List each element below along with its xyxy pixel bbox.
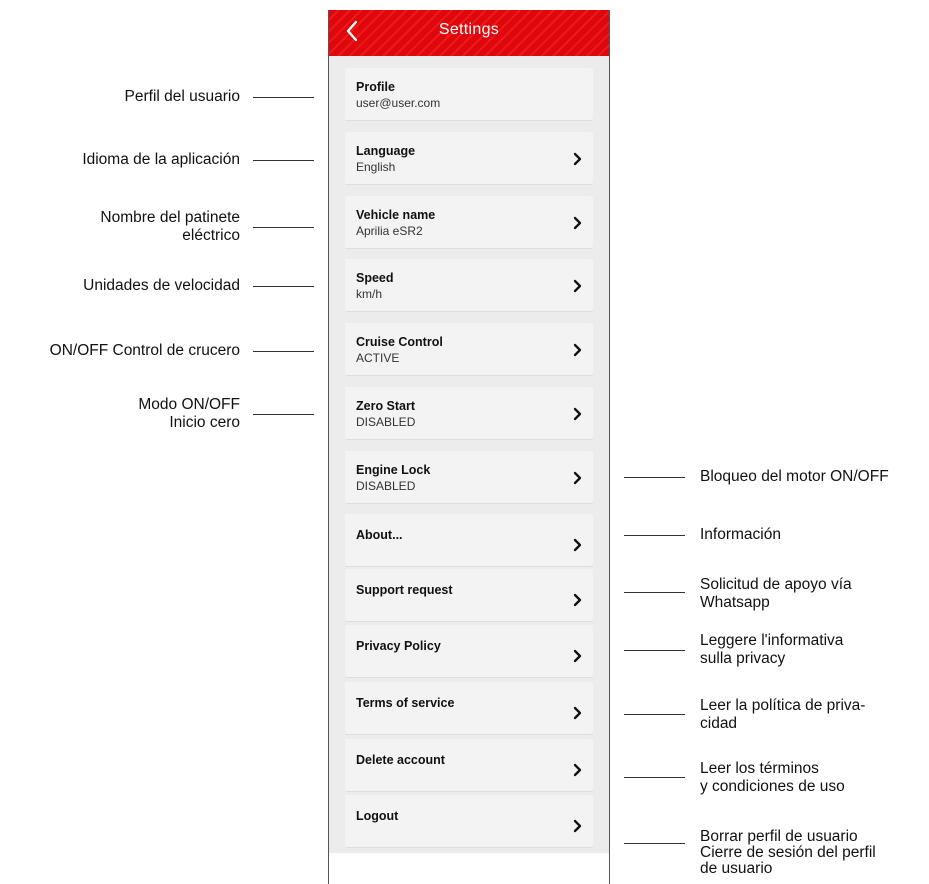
settings-item-title: Logout bbox=[356, 809, 399, 823]
settings-item-vehicle-name[interactable]: Vehicle name Aprilia eSR2 bbox=[345, 196, 593, 248]
annotation-text-line: Nombre del patinete bbox=[100, 209, 240, 226]
chevron-right-icon bbox=[573, 152, 582, 166]
settings-item-value: DISABLED bbox=[356, 479, 416, 493]
settings-item-value: ACTIVE bbox=[356, 351, 400, 365]
settings-item-zero-start[interactable]: Zero Start DISABLED bbox=[345, 387, 593, 439]
annotation-text-line: Leggere l'informativa bbox=[700, 632, 844, 649]
chevron-right-icon bbox=[573, 593, 582, 607]
annotation-text-line: ON/OFF Control de crucero bbox=[49, 342, 240, 359]
annotation-left-6: Modo ON/OFF Inicio cero bbox=[138, 396, 240, 432]
leader-line bbox=[624, 843, 685, 844]
leader-line bbox=[253, 160, 314, 161]
settings-item-privacy-policy[interactable]: Privacy Policy bbox=[345, 625, 593, 677]
leader-line bbox=[624, 777, 685, 778]
settings-item-value: km/h bbox=[356, 287, 383, 301]
annotation-text-line: Idioma de la aplicación bbox=[82, 151, 240, 168]
leader-line bbox=[253, 97, 314, 98]
annotation-right-4: Leggere l'informativa sulla privacy bbox=[700, 632, 843, 668]
settings-item-cruise-control[interactable]: Cruise Control ACTIVE bbox=[345, 323, 593, 375]
settings-item-title: Engine Lock bbox=[356, 463, 431, 477]
leader-line bbox=[624, 650, 685, 651]
settings-item-title: Terms of service bbox=[356, 696, 455, 710]
settings-item-terms-of-service[interactable]: Terms of service bbox=[345, 682, 593, 734]
annotation-text-line: Información bbox=[700, 526, 781, 543]
settings-item-delete-account[interactable]: Delete account bbox=[345, 739, 593, 791]
annotation-text-line: Bloqueo del motor ON/OFF bbox=[700, 468, 889, 485]
leader-line bbox=[253, 414, 314, 415]
annotation-text-line: Solicitud de apoyo vía bbox=[700, 576, 852, 593]
leader-line bbox=[253, 351, 314, 352]
annotation-right-3: Solicitud de apoyo vía Whatsapp bbox=[700, 576, 852, 612]
leader-line bbox=[624, 714, 685, 715]
annotation-text-line: cidad bbox=[700, 715, 738, 732]
chevron-right-icon bbox=[573, 538, 582, 552]
annotation-text-line: eléctrico bbox=[182, 227, 240, 244]
settings-item-engine-lock[interactable]: Engine Lock DISABLED bbox=[345, 451, 593, 503]
settings-item-title: Zero Start bbox=[356, 399, 416, 413]
leader-line bbox=[253, 227, 314, 228]
settings-item-profile[interactable]: Profile user@user.com bbox=[345, 68, 593, 120]
settings-item-title: About... bbox=[356, 528, 403, 542]
annotation-right-5: Leer la política de priva-cidad bbox=[700, 697, 865, 733]
settings-item-title: Language bbox=[356, 144, 416, 158]
page-title: Settings bbox=[438, 21, 500, 38]
settings-item-title: Support request bbox=[356, 583, 453, 597]
screen-bottom-area bbox=[329, 853, 609, 884]
settings-item-value: DISABLED bbox=[356, 415, 416, 429]
annotation-text-line: Cierre de sesión del perfil bbox=[700, 844, 876, 861]
settings-item-language[interactable]: Language English bbox=[345, 132, 593, 184]
leader-line bbox=[624, 535, 685, 536]
chevron-right-icon bbox=[573, 343, 582, 357]
annotation-text-line: Leer los términos bbox=[700, 760, 819, 777]
annotation-left-3: Nombre del patinete eléctrico bbox=[100, 209, 240, 245]
leader-line bbox=[624, 592, 685, 593]
annotation-right-2: Información bbox=[700, 526, 781, 544]
settings-item-speed[interactable]: Speed km/h bbox=[345, 259, 593, 311]
settings-item-about[interactable]: About... bbox=[345, 514, 593, 566]
annotation-text-line: sulla privacy bbox=[700, 650, 786, 667]
settings-item-value: Aprilia eSR2 bbox=[356, 224, 423, 238]
annotation-text-line: Whatsapp bbox=[700, 594, 770, 611]
chevron-right-icon bbox=[573, 216, 582, 230]
settings-item-title: Profile bbox=[356, 80, 395, 94]
annotation-left-5: ON/OFF Control de crucero bbox=[50, 342, 240, 360]
annotation-left-1: Perfil del usuario bbox=[125, 88, 240, 106]
leader-line bbox=[253, 286, 314, 287]
annotation-text-line: Borrar perfil de usuario bbox=[700, 828, 858, 845]
phone-screen: Settings Profile user@user.com Language Eng… bbox=[328, 10, 610, 884]
annotation-left-4: Unidades de velocidad bbox=[83, 277, 240, 295]
chevron-right-icon bbox=[573, 471, 582, 485]
chevron-right-icon bbox=[573, 763, 582, 777]
settings-item-title: Speed bbox=[356, 271, 394, 285]
settings-item-support-request[interactable]: Support request bbox=[345, 569, 593, 621]
chevron-right-icon bbox=[573, 279, 582, 293]
chevron-right-icon bbox=[573, 649, 582, 663]
settings-item-title: Vehicle name bbox=[356, 208, 436, 222]
annotation-text-line: Modo ON/OFF bbox=[138, 396, 240, 413]
leader-line bbox=[624, 477, 685, 478]
annotation-right-6: Leer los términos y condiciones de uso bbox=[700, 760, 845, 796]
annotation-right-7: Borrar perfil de usuario Cierre de sesión… bbox=[700, 829, 876, 877]
app-header: Settings bbox=[329, 10, 609, 56]
settings-item-logout[interactable]: Logout bbox=[345, 795, 593, 847]
chevron-right-icon bbox=[573, 407, 582, 421]
settings-item-value: English bbox=[356, 160, 396, 174]
annotation-text-line: Leer la política de priva- bbox=[700, 697, 866, 714]
chevron-right-icon bbox=[573, 706, 582, 720]
settings-item-title: Privacy Policy bbox=[356, 639, 441, 653]
annotation-text-line: y condiciones de uso bbox=[700, 778, 845, 795]
annotation-left-2: Idioma de la aplicación bbox=[82, 151, 240, 169]
chevron-right-icon bbox=[573, 819, 582, 833]
settings-item-title: Delete account bbox=[356, 753, 445, 767]
annotation-text-line: de usuario bbox=[700, 860, 773, 877]
annotation-right-1: Bloqueo del motor ON/OFF bbox=[700, 468, 889, 486]
settings-item-value: user@user.com bbox=[356, 96, 441, 110]
settings-item-title: Cruise Control bbox=[356, 335, 443, 349]
annotation-text-line: Perfil del usuario bbox=[124, 88, 240, 105]
annotation-text-line: Unidades de velocidad bbox=[83, 277, 240, 294]
annotation-text-line: Inicio cero bbox=[169, 414, 240, 431]
